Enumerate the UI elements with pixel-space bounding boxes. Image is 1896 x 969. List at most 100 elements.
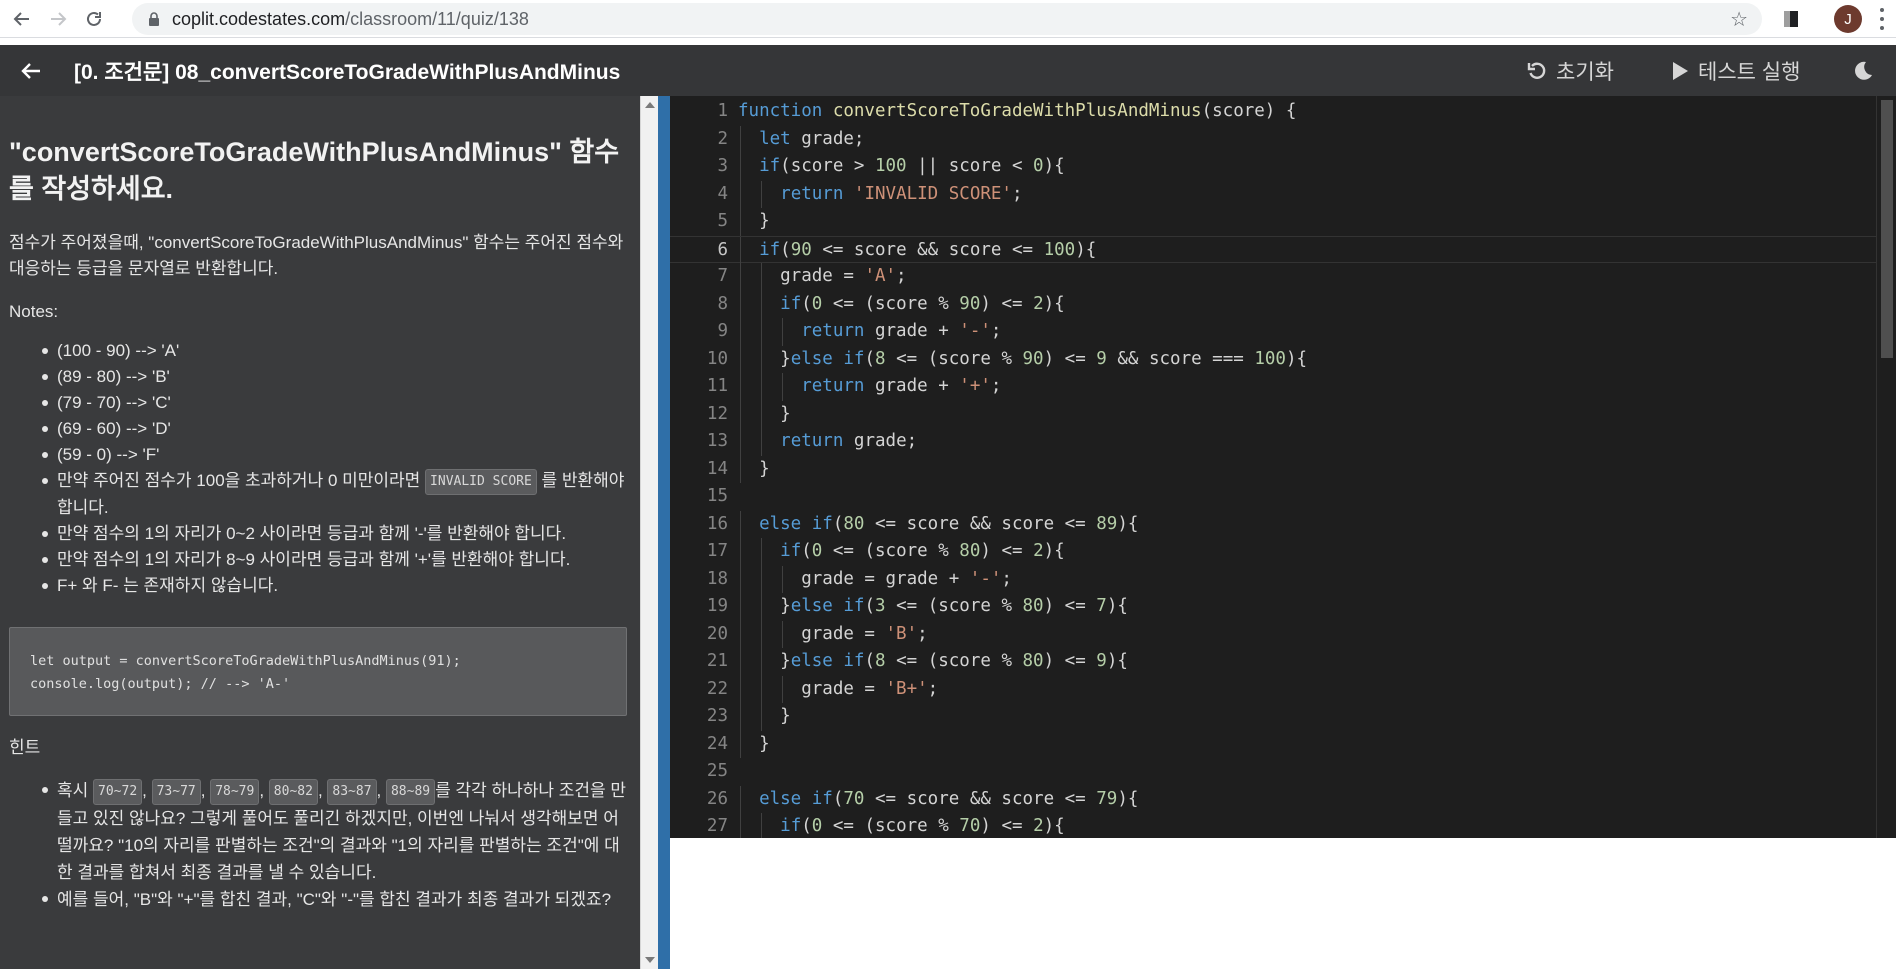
code-text: }else if(3 <= (score % 80) <= 7){ (738, 593, 1128, 621)
scroll-up-icon[interactable] (645, 102, 655, 108)
code-token: 9 (1096, 348, 1107, 369)
code-token: '-' (959, 321, 991, 341)
code-text: grade = 'A'; (738, 263, 906, 291)
code-line[interactable]: 26 else if(70 <= score && score <= 79){ (670, 785, 1876, 813)
line-number: 12 (706, 403, 728, 424)
extension-icon[interactable] (1780, 7, 1804, 31)
code-token: grade; (853, 431, 918, 451)
back-arrow-icon[interactable] (18, 58, 44, 84)
forward-icon[interactable] (40, 1, 76, 37)
code-text: return 'INVALID SCORE'; (738, 181, 1023, 209)
code-token: return (801, 321, 875, 341)
code-token: <= (score % (885, 596, 1023, 616)
line-number: 8 (717, 293, 728, 314)
code-line[interactable]: 23 } (670, 703, 1876, 731)
line-number: 3 (717, 156, 728, 176)
code-token: 'A' (864, 266, 897, 286)
code-line[interactable]: 20 grade = 'B'; (670, 620, 1876, 648)
code-text: function convertScoreToGradeWithPlusAndM… (738, 98, 1296, 126)
code-line[interactable]: 19 }else if(3 <= (score % 80) <= 7){ (670, 593, 1876, 621)
code-line[interactable]: 22 grade = 'B+'; (670, 675, 1876, 703)
dark-mode-toggle[interactable] (1852, 45, 1882, 96)
code-token: ; (990, 321, 1002, 341)
code-token: ; (917, 623, 928, 644)
problem-panel: "convertScoreToGradeWithPlusAndMinus" 함수… (0, 96, 640, 969)
code-line[interactable]: 2 let grade; (670, 125, 1876, 153)
lock-icon[interactable] (146, 11, 162, 27)
code-token: else if (790, 596, 865, 616)
code-line[interactable]: 14 } (670, 455, 1876, 483)
note-item: 만약 주어진 점수가 100을 초과하거나 0 미만이라면 INVALID SC… (42, 468, 627, 521)
code-line[interactable]: 13 return grade; (670, 428, 1876, 456)
code-line[interactable]: 11 return grade + '+'; (670, 373, 1876, 401)
hint-item: 혹시 70~72, 73~77, 78~79, 80~82, 83~87, 88… (42, 777, 629, 886)
code-token: return (801, 376, 875, 396)
code-line[interactable]: 16 else if(80 <= score && score <= 89){ (670, 510, 1876, 538)
code-line[interactable]: 25 (670, 758, 1876, 786)
code-token: } (738, 733, 770, 754)
code-line[interactable]: 21 }else if(8 <= (score % 80) <= 9){ (670, 648, 1876, 676)
code-token: convertScoreToGradeWithPlusAndMinus (832, 101, 1202, 121)
code-line[interactable]: 8 if(0 <= (score % 90) <= 2){ (670, 290, 1876, 318)
panel-scrollbar[interactable] (640, 96, 658, 969)
code-token: ; (1011, 183, 1023, 204)
line-number: 23 (706, 706, 728, 726)
code-token: <= (score % (822, 293, 960, 314)
url-path: /classroom/11/quiz/138 (345, 8, 529, 29)
code-line[interactable]: 24 } (670, 730, 1876, 759)
code-line[interactable]: 9 return grade + '-'; (670, 318, 1876, 346)
code-token: grade = grade + (738, 568, 970, 589)
url-text[interactable]: coplit.codestates.com/classroom/11/quiz/… (172, 9, 529, 30)
code-line[interactable]: 3 if(score > 100 || score < 0){ (670, 153, 1876, 181)
editor-scrollbar[interactable] (1876, 96, 1896, 838)
inline-code: 88~89 (385, 778, 436, 805)
reset-button[interactable]: 초기화 (1526, 45, 1614, 96)
address-bar[interactable]: coplit.codestates.com/classroom/11/quiz/… (132, 3, 1762, 35)
line-number: 20 (706, 623, 728, 644)
inline-code: 73~77 (151, 778, 201, 805)
code-text: } (738, 401, 791, 429)
code-token: ( (801, 293, 812, 314)
code-line[interactable]: 12 } (670, 400, 1876, 429)
reload-icon[interactable] (76, 1, 112, 37)
code-token: ){ (1043, 541, 1065, 561)
code-lines[interactable]: 1 function convertScoreToGradeWithPlusAnd… (670, 98, 1876, 838)
code-token: '+' (959, 376, 991, 396)
code-line[interactable]: 5 } (670, 208, 1876, 236)
profile-avatar[interactable]: J (1834, 5, 1862, 33)
code-editor[interactable]: 1 function convertScoreToGradeWithPlusAnd… (670, 96, 1896, 838)
bookmark-star-icon[interactable]: ☆ (1730, 7, 1748, 31)
code-token: } (738, 458, 770, 479)
code-line[interactable]: 4 return 'INVALID SCORE'; (670, 180, 1876, 209)
browser-menu-icon[interactable] (1876, 6, 1888, 32)
code-line[interactable]: 18 grade = grade + '-'; (670, 565, 1876, 593)
line-number: 17 (706, 541, 728, 561)
code-line[interactable]: 7 grade = 'A'; (670, 263, 1876, 291)
code-token: <= score && score <= (864, 513, 1097, 534)
code-token: 89 (1096, 513, 1118, 534)
back-icon[interactable] (4, 1, 40, 37)
code-line[interactable]: 10 }else if(8 <= (score % 90) <= 9 && sc… (670, 345, 1876, 373)
code-text: if(90 <= score && score <= 100){ (738, 237, 1096, 265)
code-token: ) <= (980, 541, 1034, 561)
code-line[interactable]: 27 if(0 <= (score % 70) <= 2){ (670, 813, 1876, 838)
code-token: 8 (875, 651, 886, 671)
scroll-down-icon[interactable] (645, 957, 655, 963)
code-line[interactable]: 1 function convertScoreToGradeWithPlusAnd… (670, 98, 1876, 126)
code-token: else if (790, 651, 865, 671)
run-test-button[interactable]: 테스트 실행 (1670, 45, 1800, 96)
code-text: } (738, 731, 770, 759)
line-number: 6 (717, 239, 728, 260)
code-line[interactable]: 15 (670, 483, 1876, 511)
code-line[interactable]: 6 if(90 <= score && score <= 100){ (670, 235, 1876, 265)
code-line[interactable]: 17 if(0 <= (score % 80) <= 2){ (670, 538, 1876, 566)
panel-resize-handle[interactable] (658, 96, 670, 969)
editor-scroll-thumb[interactable] (1881, 100, 1893, 358)
code-token: 0 (811, 293, 823, 314)
inline-code: 70~72 (93, 778, 143, 805)
hint-label: 힌트 (9, 738, 41, 757)
code-token: 90 (1022, 348, 1044, 369)
